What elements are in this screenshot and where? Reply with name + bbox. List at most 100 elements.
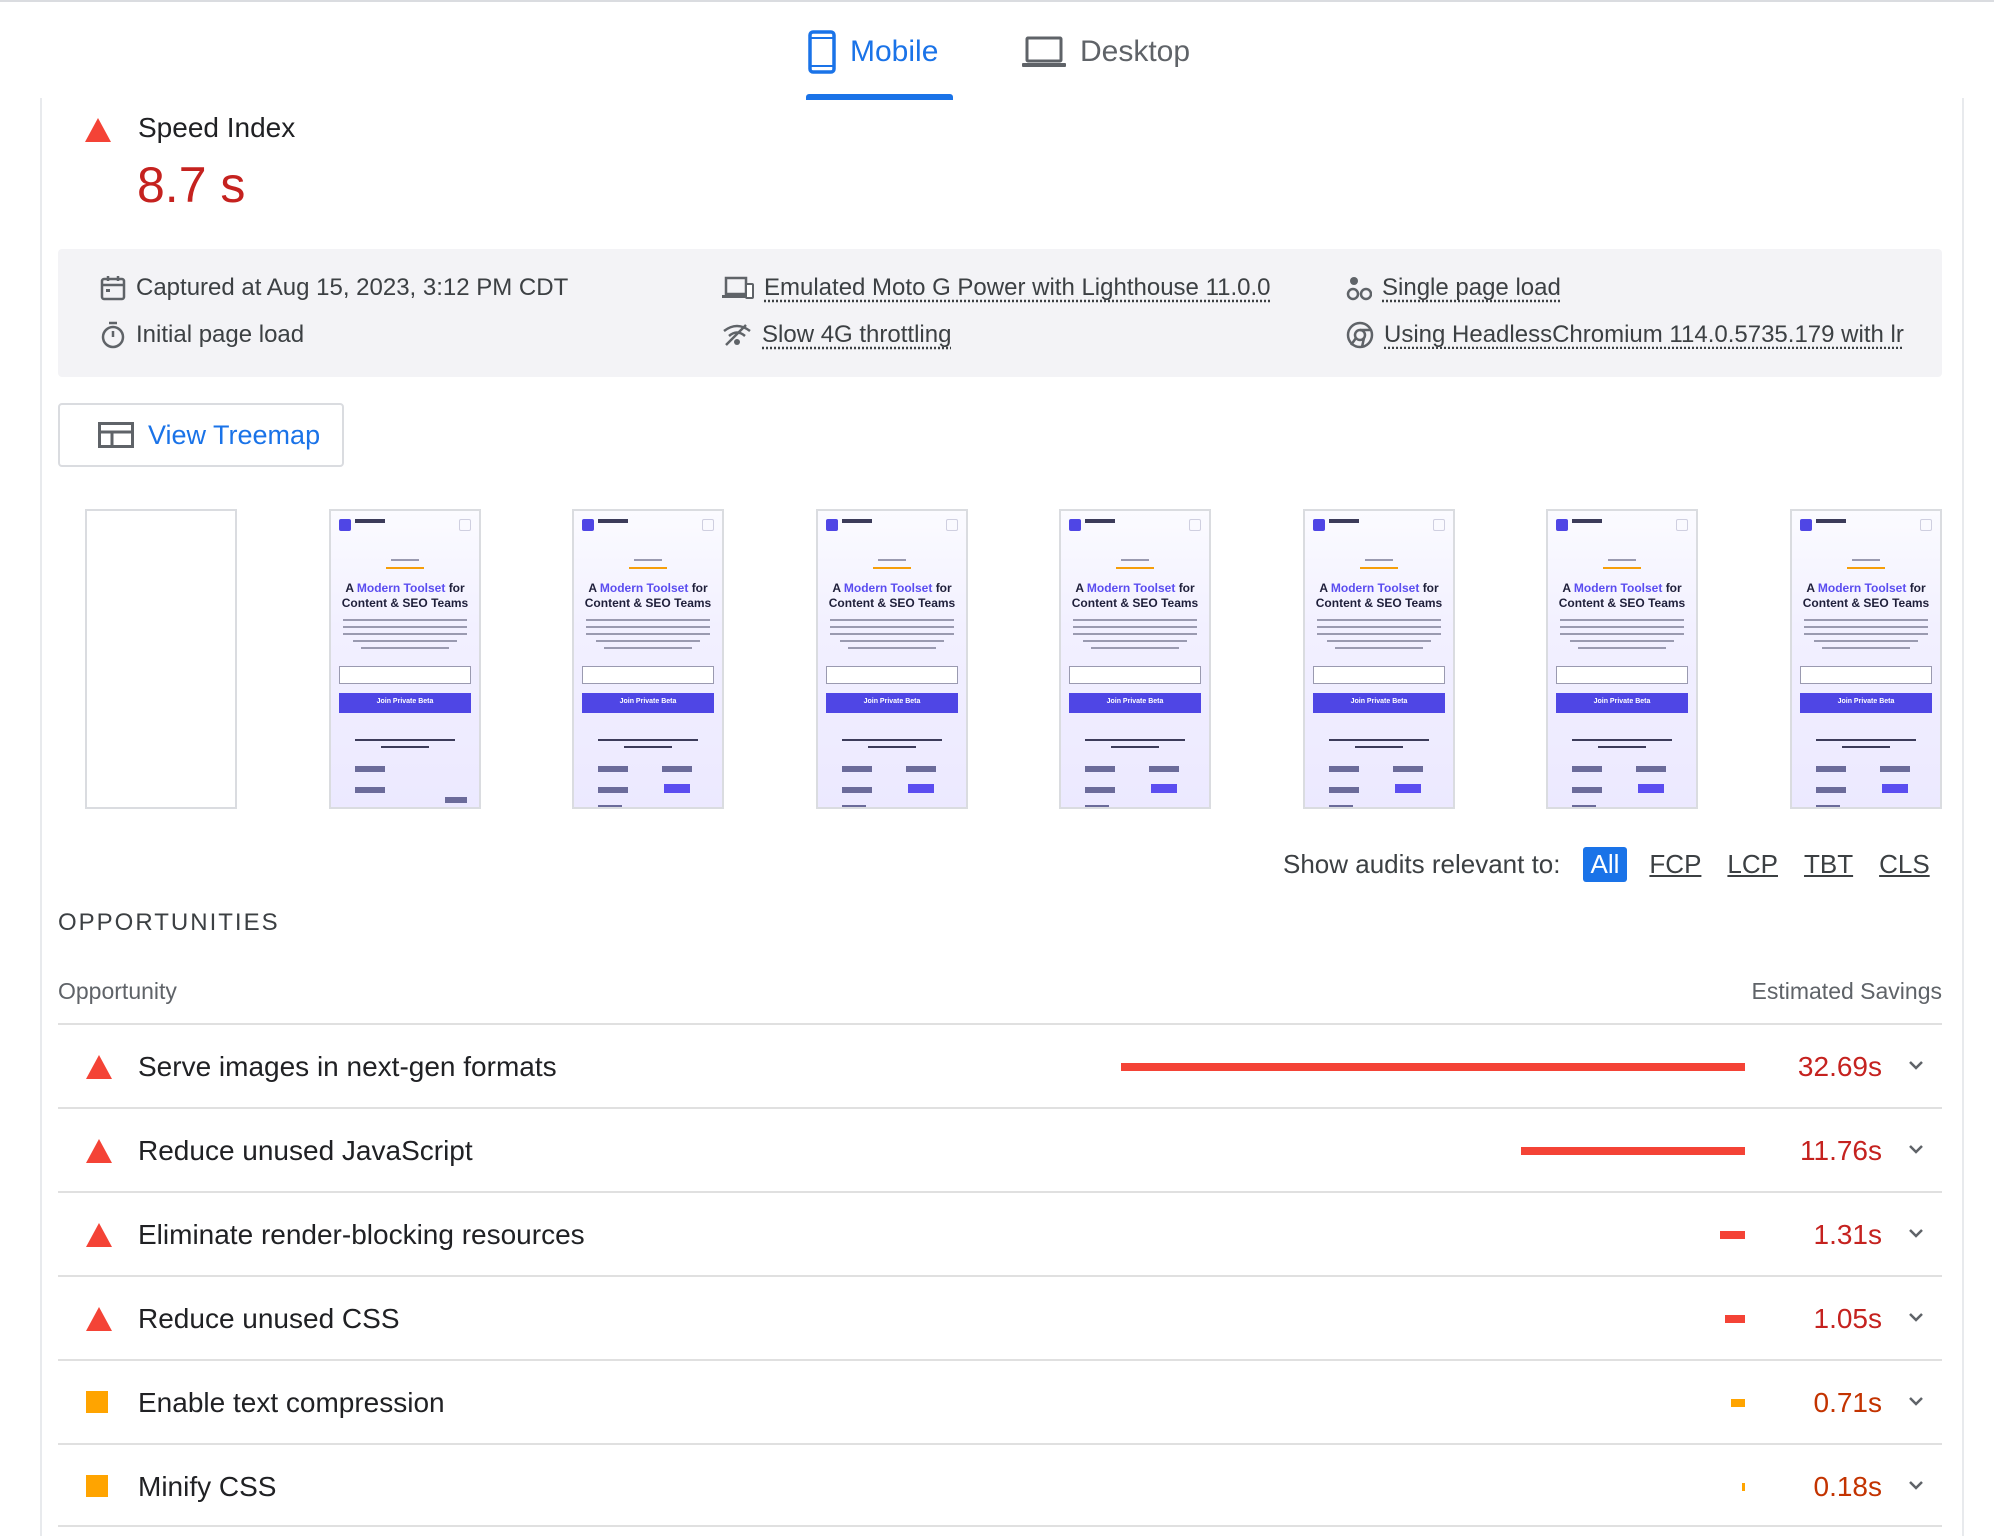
frame-headline-suffix: for (935, 581, 952, 595)
frame-background (1792, 511, 1940, 807)
devices-icon (722, 276, 754, 299)
frame-brand (1572, 519, 1602, 523)
frame-text-line (830, 626, 954, 628)
chevron-down-icon[interactable] (1906, 1307, 1926, 1327)
frame-cta-button: Join Private Beta (1556, 693, 1688, 713)
frame-text-line (1365, 559, 1393, 561)
frame-headline-line2: Content & SEO Teams (584, 596, 712, 610)
frame-text-line (1570, 640, 1674, 642)
browser-info[interactable]: Using HeadlessChromium 114.0.5735.179 wi… (1346, 321, 1916, 349)
frame-partner-logo (355, 787, 385, 793)
frame-partner-logo (1395, 784, 1421, 793)
emulated-info[interactable]: Emulated Moto G Power with Lighthouse 11… (722, 274, 1271, 302)
frame-partner-logo (906, 766, 936, 772)
filter-cls[interactable]: CLS (1875, 849, 1934, 880)
frame-text-line (1317, 626, 1441, 628)
savings-value: 0.18s (1813, 1471, 1883, 1502)
initial-load-info: Initial page load (100, 321, 304, 349)
frame-text-line (840, 640, 944, 642)
savings-value: 1.31s (1813, 1219, 1883, 1250)
chevron-down-icon[interactable] (1906, 1475, 1926, 1495)
frame-text-line (1327, 640, 1431, 642)
opportunity-row[interactable]: Reduce unused JavaScript 11.76s (58, 1107, 1942, 1191)
chevron-down-icon[interactable] (1906, 1055, 1926, 1075)
tab-desktop[interactable]: Desktop (1022, 30, 1190, 74)
opportunity-row[interactable]: Reduce unused CSS 1.05s (58, 1275, 1942, 1359)
frame-cta-button: Join Private Beta (826, 693, 958, 713)
filmstrip-frame-blank (85, 509, 237, 809)
frame-text-line (586, 619, 710, 621)
frame-headline-prefix: A (832, 581, 841, 595)
frame-cta-label: Join Private Beta (619, 698, 677, 705)
opportunity-row[interactable]: Eliminate render-blocking resources 1.31… (58, 1191, 1942, 1275)
frame-cta-label: Join Private Beta (1593, 698, 1651, 705)
initial-load-text: Initial page load (136, 321, 305, 348)
frame-email-input (826, 666, 958, 684)
frame-text-line (1852, 559, 1880, 561)
frame-text-line (830, 633, 954, 635)
frame-text-line (1560, 633, 1684, 635)
frame-email-input (1313, 666, 1445, 684)
frame-text-line (1804, 626, 1928, 628)
filmstrip-frame: A Modern Toolset for Content & SEO Teams J… (816, 509, 968, 809)
frame-text-line (1572, 739, 1672, 741)
filter-fcp[interactable]: FCP (1645, 849, 1705, 880)
frame-text-line (1360, 567, 1398, 569)
frame-brand (1329, 519, 1359, 523)
single-load-info[interactable]: Single page load (1346, 274, 1561, 302)
savings-bar (1521, 1147, 1745, 1155)
frame-partner-logo (598, 766, 628, 772)
opportunity-title: Minify CSS (138, 1471, 277, 1502)
opportunity-list: Serve images in next-gen formats 32.69s … (58, 1023, 1942, 1527)
captured-info: Captured at Aug 15, 2023, 3:12 PM CDT (100, 274, 568, 302)
opportunity-row[interactable]: Serve images in next-gen formats 32.69s (58, 1023, 1942, 1107)
frame-text-line (1121, 559, 1149, 561)
frame-email-input (582, 666, 714, 684)
frame-headline-accent: Modern Toolset (356, 581, 446, 595)
frame-headline-accent: Modern Toolset (599, 581, 689, 595)
metric-label: Speed Index (138, 112, 296, 143)
frame-text-line (1603, 567, 1641, 569)
frame-partner-logo (355, 766, 385, 772)
frame-menu-icon (702, 519, 714, 531)
fail-triangle-icon (85, 118, 111, 142)
tab-mobile-label: Mobile (850, 35, 939, 68)
filmstrip-frame: A Modern Toolset for Content & SEO Teams J… (329, 509, 481, 809)
frame-text-line (848, 647, 936, 649)
frame-headline-suffix: for (1909, 581, 1926, 595)
chevron-down-icon[interactable] (1906, 1139, 1926, 1159)
frame-headline: A Modern Toolset for Content & SEO Teams (822, 581, 962, 611)
frame-text-line (1814, 640, 1918, 642)
frame-partner-logo (1329, 766, 1359, 772)
opportunity-row[interactable]: Enable text compression 0.71s (58, 1359, 1942, 1443)
frame-text-line (873, 567, 911, 569)
frame-text-line (1842, 746, 1890, 748)
filter-lcp[interactable]: LCP (1723, 849, 1782, 880)
frame-text-line (1822, 647, 1910, 649)
filmstrip-frame: A Modern Toolset for Content & SEO Teams J… (1303, 509, 1455, 809)
chevron-down-icon[interactable] (1906, 1223, 1926, 1243)
view-treemap-button[interactable]: View Treemap (58, 403, 344, 467)
frame-text-line (586, 626, 710, 628)
throttling-link[interactable]: Slow 4G throttling (762, 321, 951, 349)
single-load-link[interactable]: Single page load (1382, 274, 1561, 302)
chevron-down-icon[interactable] (1906, 1391, 1926, 1411)
frame-partner-logo (1085, 805, 1109, 807)
frame-text-line (1073, 619, 1197, 621)
frame-headline: A Modern Toolset for Content & SEO Teams (1065, 581, 1205, 611)
frame-cta-button: Join Private Beta (582, 693, 714, 713)
emulated-link[interactable]: Emulated Moto G Power with Lighthouse 11… (764, 274, 1271, 302)
filter-all[interactable]: All (1582, 847, 1628, 882)
tab-mobile[interactable]: Mobile (808, 30, 938, 74)
frame-partner-logo (1572, 787, 1602, 793)
signal-icon (723, 324, 751, 346)
frame-headline-line2: Content & SEO Teams (341, 596, 469, 610)
opportunity-row[interactable]: Minify CSS 0.18s (58, 1443, 1942, 1527)
frame-headline: A Modern Toolset for Content & SEO Teams (1552, 581, 1692, 611)
browser-link[interactable]: Using HeadlessChromium 114.0.5735.179 wi… (1384, 321, 1904, 349)
savings-bar (1725, 1315, 1745, 1323)
frame-text-line (1116, 567, 1154, 569)
filter-tbt[interactable]: TBT (1800, 849, 1857, 880)
throttling-info[interactable]: Slow 4G throttling (722, 321, 951, 349)
frame-text-line (1804, 619, 1928, 621)
